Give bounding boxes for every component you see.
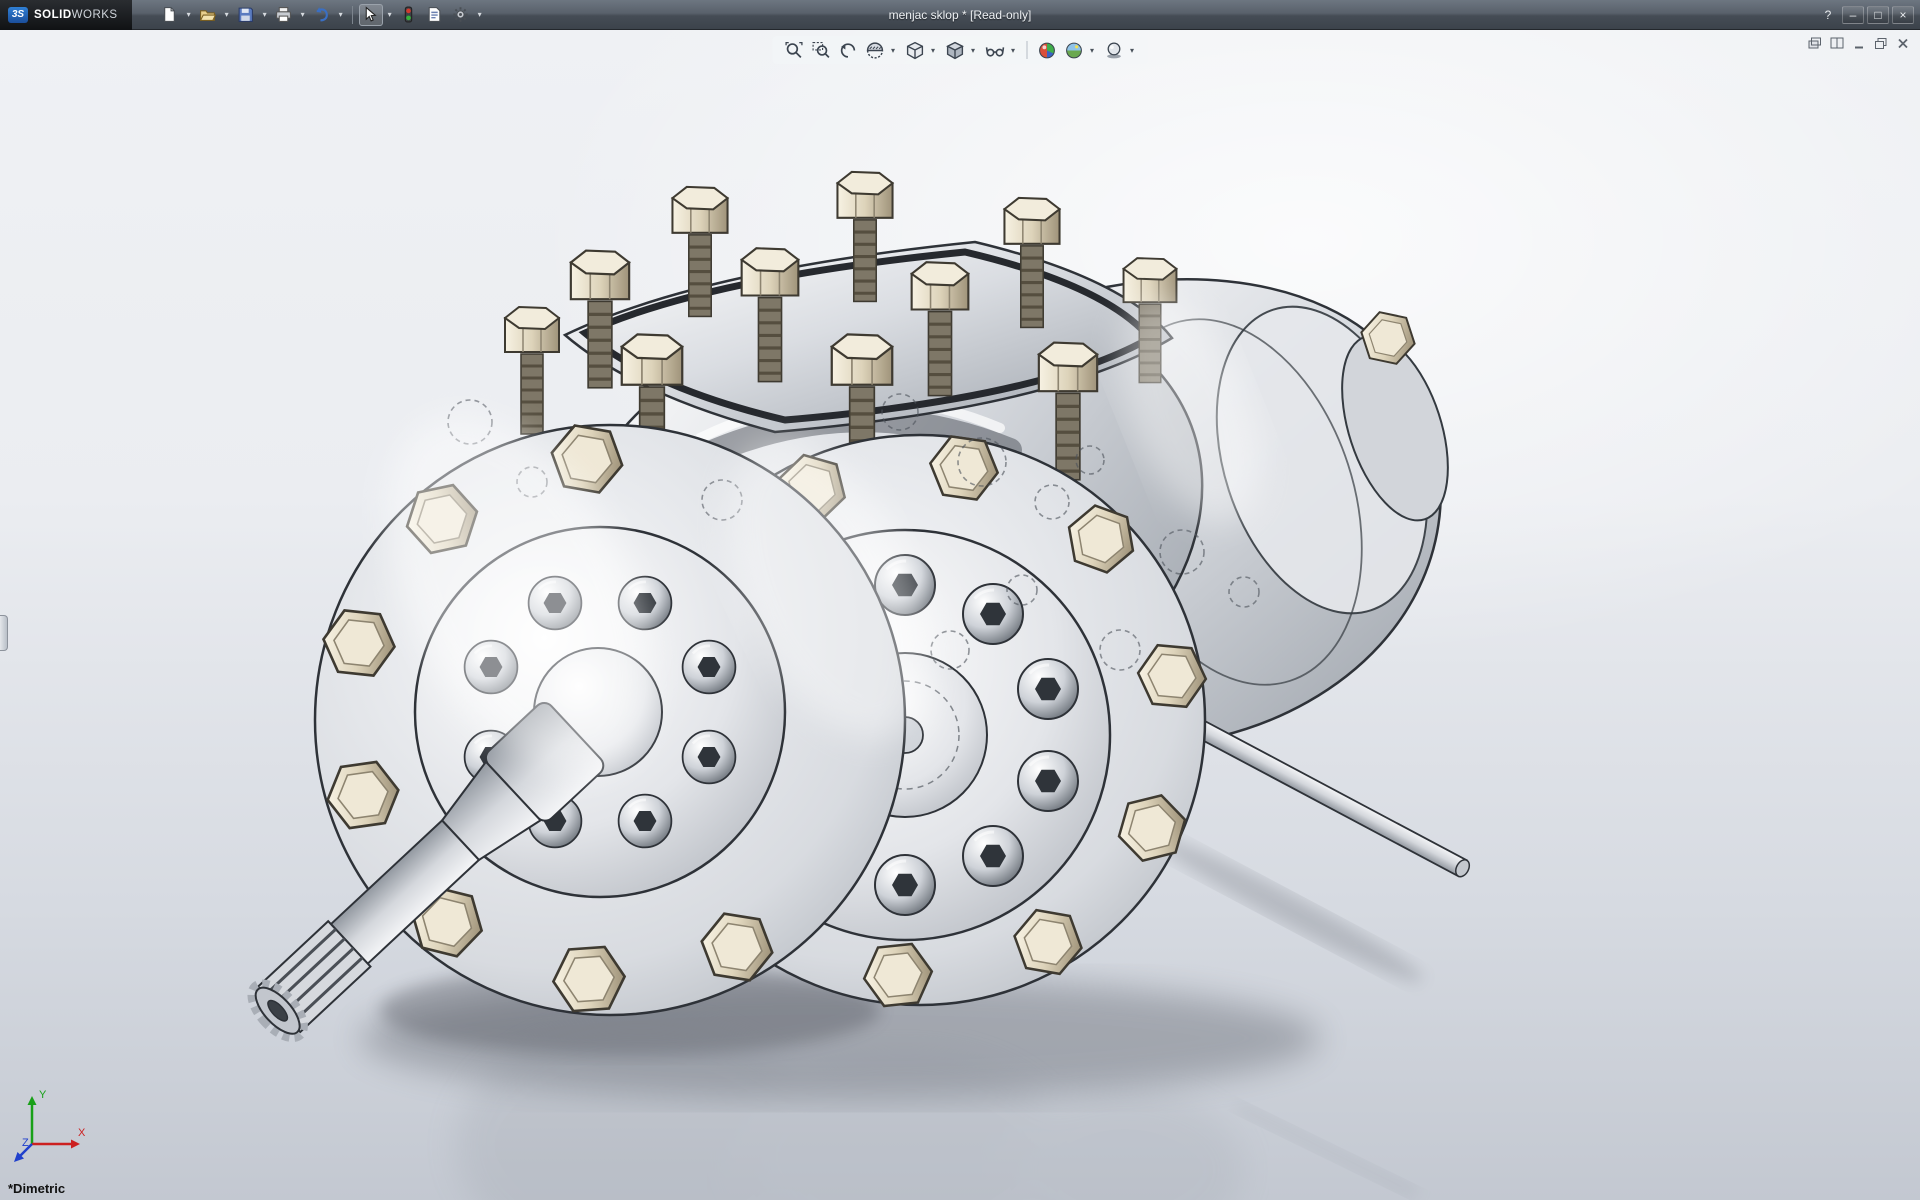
options-button[interactable] <box>449 4 473 26</box>
window-controls: ? – □ × <box>1817 6 1920 24</box>
zoom-to-area-icon <box>811 41 830 60</box>
dropdown-caret[interactable]: ▾ <box>1088 46 1097 55</box>
close-document-icon[interactable] <box>1894 35 1912 51</box>
dropdown-caret[interactable]: ▾ <box>969 46 978 55</box>
tile-windows-icon[interactable] <box>1828 35 1846 51</box>
graphics-viewport[interactable]: ▾ ▾ ▾ ▾ ▾ ▾ <box>0 30 1920 1200</box>
application-logo: 3S SOLIDWORKS <box>0 0 132 30</box>
axis-x-label: X <box>78 1127 86 1139</box>
view-orientation-label: *Dimetric <box>8 1181 65 1196</box>
view-settings-shadow-icon <box>1104 41 1123 60</box>
save-floppy-icon <box>237 6 254 23</box>
document-window-controls <box>1806 35 1912 51</box>
title-bar: 3S SOLIDWORKS menjac sklop * [Read-only]… <box>0 0 1920 30</box>
printer-icon <box>275 6 292 23</box>
new-document-button[interactable] <box>158 4 182 26</box>
restore-button[interactable]: □ <box>1867 6 1889 24</box>
brand-name: SOLIDWORKS <box>34 9 118 21</box>
cascade-windows-icon[interactable] <box>1806 35 1824 51</box>
select-button[interactable] <box>359 4 383 26</box>
toolbar-separator <box>352 6 353 24</box>
hex-bolt[interactable] <box>505 307 559 434</box>
dropdown-caret[interactable]: ▾ <box>222 10 232 19</box>
edit-appearance-sphere-icon <box>1037 41 1056 60</box>
axis-y-label: Y <box>39 1089 47 1101</box>
new-document-icon <box>161 6 178 23</box>
dropdown-caret[interactable]: ▾ <box>336 10 346 19</box>
hide-show-items-button[interactable] <box>982 38 1008 62</box>
toolbar-separator <box>1027 41 1028 59</box>
zoom-to-fit-button[interactable] <box>781 38 807 62</box>
close-button[interactable]: × <box>1892 6 1914 24</box>
dassault-3ds-logo-icon: 3S <box>8 7 28 23</box>
file-properties-button[interactable] <box>423 4 447 26</box>
axis-z-label: Z <box>22 1137 29 1149</box>
zoom-to-fit-icon <box>784 41 803 60</box>
dropdown-caret[interactable]: ▾ <box>889 46 898 55</box>
rebuild-button[interactable] <box>397 4 421 26</box>
open-button[interactable] <box>196 4 220 26</box>
apply-scene-button[interactable] <box>1061 38 1087 62</box>
print-button[interactable] <box>272 4 296 26</box>
previous-view-button[interactable] <box>835 38 861 62</box>
options-gear-icon <box>452 6 469 23</box>
reference-triad: Y X Z <box>12 1086 92 1166</box>
view-orientation-cube-icon <box>905 41 924 60</box>
dropdown-caret[interactable]: ▾ <box>260 10 270 19</box>
zoom-to-area-button[interactable] <box>808 38 834 62</box>
previous-view-icon <box>838 41 857 60</box>
main-toolbar: ▾ ▾ ▾ ▾ ▾ ▾ ▾ <box>158 4 485 26</box>
dropdown-caret[interactable]: ▾ <box>929 46 938 55</box>
dropdown-caret[interactable]: ▾ <box>184 10 194 19</box>
undo-arrow-icon <box>313 6 330 23</box>
minimize-button[interactable]: – <box>1842 6 1864 24</box>
dropdown-caret[interactable]: ▾ <box>475 10 485 19</box>
section-view-icon <box>865 41 884 60</box>
solidworks-window: 3S SOLIDWORKS menjac sklop * [Read-only]… <box>0 0 1920 1200</box>
dropdown-caret[interactable]: ▾ <box>298 10 308 19</box>
undo-button[interactable] <box>310 4 334 26</box>
view-settings-button[interactable] <box>1101 38 1127 62</box>
output-rod[interactable] <box>1176 710 1472 879</box>
edit-appearance-button[interactable] <box>1034 38 1060 62</box>
rebuild-traffic-light-icon <box>400 6 417 23</box>
apply-scene-icon <box>1064 41 1083 60</box>
dropdown-caret[interactable]: ▾ <box>1009 46 1018 55</box>
save-button[interactable] <box>234 4 258 26</box>
dropdown-caret[interactable]: ▾ <box>385 10 395 19</box>
section-view-button[interactable] <box>862 38 888 62</box>
restore-document-icon[interactable] <box>1872 35 1890 51</box>
display-style-button[interactable] <box>942 38 968 62</box>
help-button[interactable]: ? <box>1817 6 1839 24</box>
gearbox-assembly-model[interactable] <box>0 30 1920 1200</box>
dropdown-caret[interactable]: ▾ <box>1128 46 1137 55</box>
view-orientation-button[interactable] <box>902 38 928 62</box>
minimize-document-icon[interactable] <box>1850 35 1868 51</box>
select-cursor-icon <box>362 6 379 23</box>
file-properties-icon <box>426 6 443 23</box>
heads-up-view-toolbar: ▾ ▾ ▾ ▾ ▾ ▾ <box>773 36 1148 64</box>
open-folder-icon <box>199 6 216 23</box>
hide-show-glasses-icon <box>985 41 1004 60</box>
display-style-icon <box>945 41 964 60</box>
